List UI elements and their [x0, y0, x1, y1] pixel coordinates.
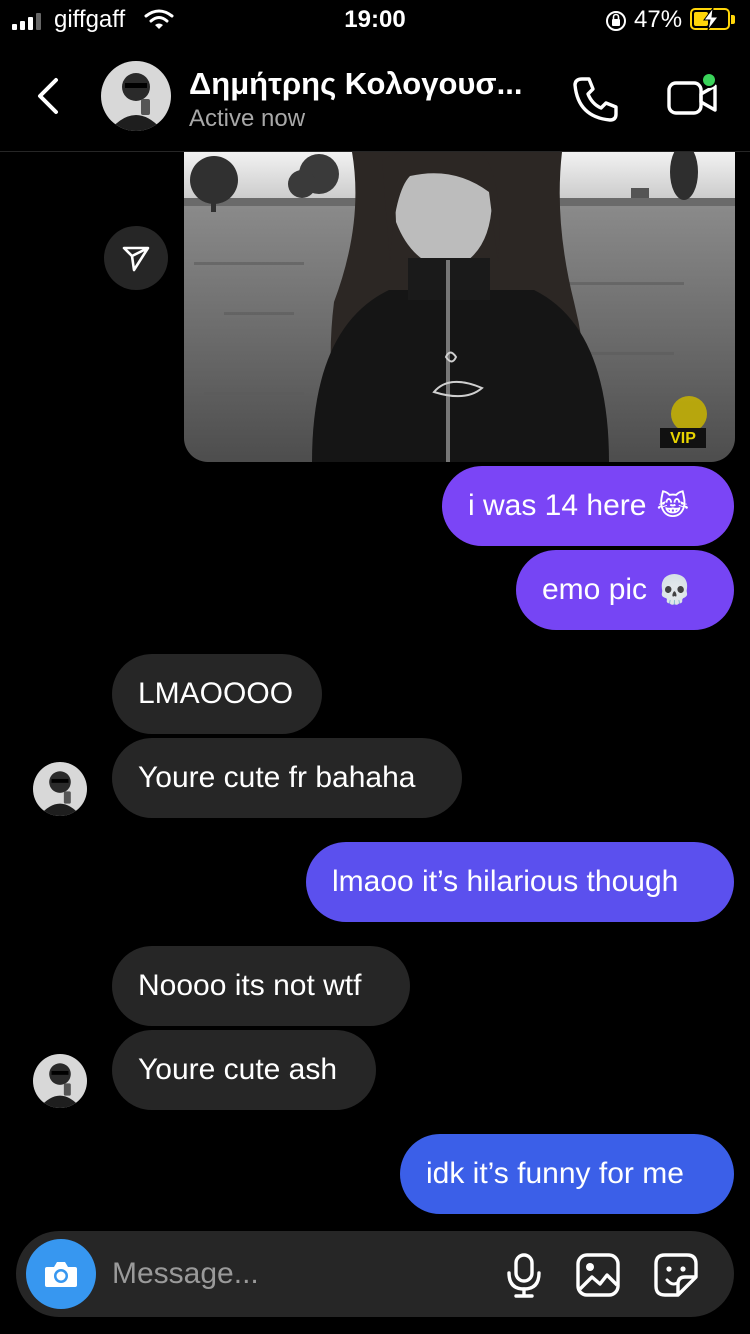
share-button[interactable]: [104, 226, 168, 290]
contact-avatar[interactable]: [101, 61, 171, 131]
message-text: Youre cute ash: [138, 1053, 338, 1086]
photo-watermark: VIP: [670, 430, 696, 447]
camera-button[interactable]: [26, 1239, 96, 1309]
battery-icon: [690, 8, 730, 30]
send-icon: [122, 246, 150, 272]
message-text: LMAOOOO: [138, 677, 294, 710]
video-call-button[interactable]: [665, 72, 721, 122]
message-text: Noooo its not wtf: [138, 969, 362, 1002]
rotation-lock-icon: [606, 11, 626, 31]
sender-avatar[interactable]: [33, 1054, 87, 1108]
photo-message[interactable]: VIP: [184, 152, 735, 462]
active-status: Active now: [189, 105, 306, 132]
skull-emoji: 💀: [657, 573, 692, 606]
battery-percent: 47%: [634, 6, 683, 33]
incoming-message[interactable]: Youre cute fr bahaha: [112, 738, 462, 818]
chevron-left-icon[interactable]: [30, 72, 66, 120]
microphone-icon[interactable]: [500, 1251, 548, 1299]
chat-header: Δημήτρης Κολογουσ... Active now: [0, 42, 750, 152]
sender-avatar[interactable]: [33, 762, 87, 816]
laughing-cat-emoji: 😹: [656, 489, 690, 522]
video-camera-icon: [667, 72, 717, 115]
outgoing-message[interactable]: idk it’s funny for me: [400, 1134, 734, 1214]
message-input[interactable]: [112, 1251, 482, 1297]
incoming-message[interactable]: Noooo its not wtf: [112, 946, 410, 1026]
outgoing-message[interactable]: emo pic 💀: [516, 550, 734, 630]
contact-name[interactable]: Δημήτρης Κολογουσ...: [189, 66, 549, 102]
charging-bolt-icon: [703, 8, 720, 30]
message-text: i was 14 here: [468, 489, 647, 522]
incoming-message[interactable]: Youre cute ash: [112, 1030, 376, 1110]
gallery-icon[interactable]: [574, 1251, 622, 1299]
battery-cap: [731, 15, 735, 24]
incoming-message[interactable]: LMAOOOO: [112, 654, 322, 734]
message-text: Youre cute fr bahaha: [138, 761, 416, 794]
camera-icon: [45, 1262, 77, 1287]
status-bar: giffgaff 19:00 47%: [0, 0, 750, 42]
message-text: lmaoo it’s hilarious though: [332, 865, 679, 898]
message-text: emo pic: [542, 573, 648, 606]
message-composer: [16, 1231, 734, 1317]
phone-icon[interactable]: [570, 74, 620, 124]
message-text: idk it’s funny for me: [426, 1157, 684, 1190]
outgoing-message[interactable]: lmaoo it’s hilarious though: [306, 842, 734, 922]
message-thread[interactable]: VIP i was 14 here 😹 emo pic 💀 LMAOOOO Your…: [0, 152, 750, 1227]
outgoing-message[interactable]: i was 14 here 😹: [442, 466, 734, 546]
sticker-icon[interactable]: [652, 1251, 700, 1299]
